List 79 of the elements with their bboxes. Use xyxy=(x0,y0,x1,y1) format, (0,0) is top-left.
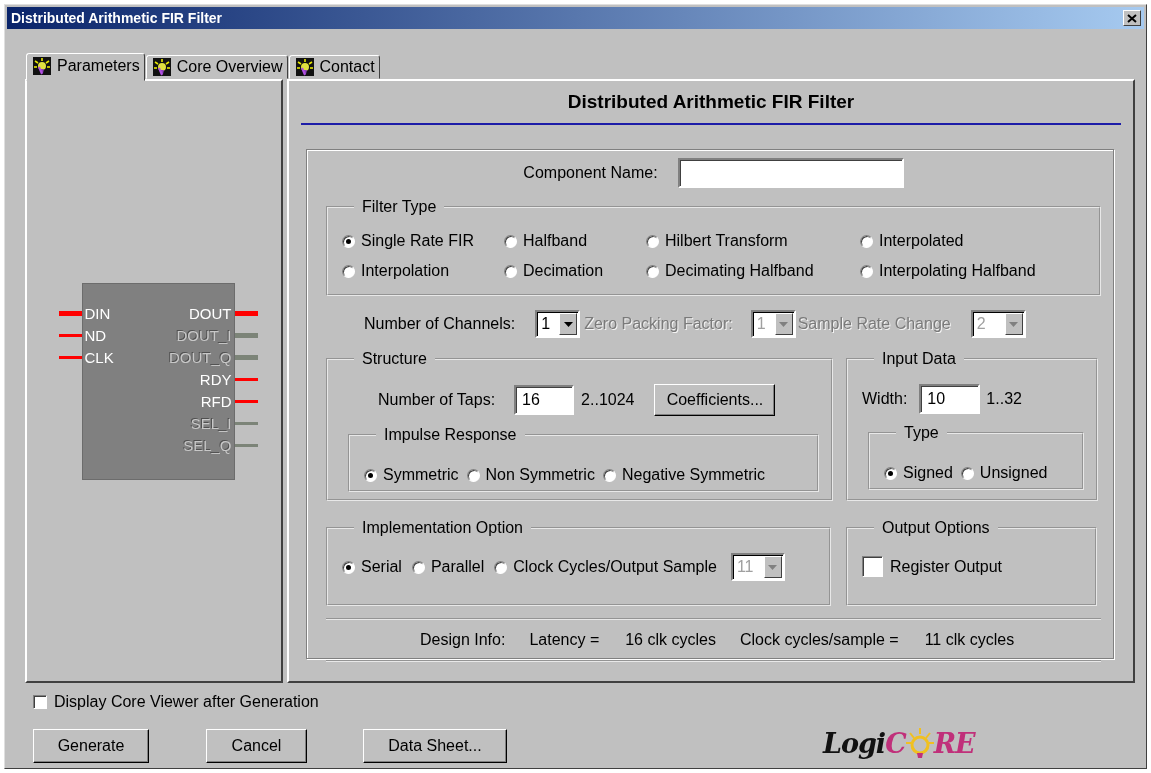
radio-button[interactable] xyxy=(884,466,897,480)
pin-label: DOUT xyxy=(188,305,233,322)
radio-label: Serial xyxy=(361,558,402,576)
radio-label: Single Rate FIR xyxy=(361,232,474,250)
group-label: Structure xyxy=(362,350,427,367)
logo: LogiC RE xyxy=(823,727,975,759)
radio-label: Interpolated xyxy=(879,232,964,250)
radio-button[interactable] xyxy=(646,264,659,278)
coefficients-button[interactable]: Coefficients... xyxy=(654,384,776,416)
radio-label: Signed xyxy=(903,464,953,482)
tab[interactable]: Parameters xyxy=(26,53,145,81)
info-text: Clock cycles/sample = xyxy=(739,631,899,649)
pin-label: DIN xyxy=(83,305,112,322)
group-label: Impulse Response xyxy=(384,426,517,443)
range-hint: 1..32 xyxy=(986,390,1022,408)
checkbox-label: Register Output xyxy=(890,557,1003,576)
dropdown[interactable]: 1 xyxy=(535,310,581,338)
radio-button[interactable] xyxy=(860,234,873,248)
radio-button[interactable] xyxy=(646,234,659,248)
data-sheet-button[interactable]: Data Sheet... xyxy=(363,729,507,763)
field-label: Width: xyxy=(862,390,908,408)
pin-label: ND xyxy=(83,327,108,344)
field-label: Number of Taps: xyxy=(378,391,496,409)
pin-label: SEL_I xyxy=(189,415,233,432)
group-label: Filter Type xyxy=(362,198,437,215)
radio-button[interactable] xyxy=(960,466,974,480)
field-label: Zero Packing Factor: xyxy=(584,315,733,333)
radio-label: Decimating Halfband xyxy=(665,262,814,280)
pin-label: CLK xyxy=(83,349,115,366)
radio-label: Symmetric xyxy=(383,466,459,484)
generate-button[interactable]: Generate xyxy=(33,729,149,763)
radio-button[interactable] xyxy=(411,560,425,574)
radio-label: Unsigned xyxy=(979,464,1048,482)
group-label: Output Options xyxy=(882,519,990,536)
pin-label: RDY xyxy=(198,371,233,388)
close-icon[interactable] xyxy=(1123,10,1141,26)
info-text: Design Info: xyxy=(420,631,506,649)
radio-label: Hilbert Transform xyxy=(665,232,788,250)
panel-title: Distributed Arithmetic FIR Filter xyxy=(301,91,1121,125)
cancel-button[interactable]: Cancel xyxy=(206,729,307,763)
field-label: Component Name: xyxy=(523,164,658,182)
radio-button[interactable] xyxy=(466,468,480,482)
radio-button[interactable] xyxy=(602,468,616,482)
radio-button[interactable] xyxy=(364,468,377,482)
tab[interactable]: Core Overview xyxy=(145,55,288,79)
radio-label: Parallel xyxy=(430,558,485,576)
info-text: 16 clk cycles xyxy=(625,631,716,649)
radio-label: Interpolating Halfband xyxy=(879,262,1036,280)
pin-label: DOUT_Q xyxy=(168,349,233,366)
radio-button[interactable] xyxy=(504,234,517,248)
checkbox[interactable] xyxy=(862,556,883,577)
input-field[interactable]: 10 xyxy=(919,384,981,414)
input-field[interactable] xyxy=(677,158,904,188)
radio-button[interactable] xyxy=(504,264,517,278)
tab[interactable]: Contact xyxy=(288,55,380,79)
radio-label: Decimation xyxy=(523,262,604,280)
input-field[interactable]: 16 xyxy=(514,385,575,415)
lightbulb-icon xyxy=(295,58,314,76)
info-text: Latency = xyxy=(529,631,600,649)
group-label: Implementation Option xyxy=(362,519,523,536)
pin-label: SEL_Q xyxy=(182,437,233,454)
group-label: Type xyxy=(904,424,939,441)
window-title: Distributed Arithmetic FIR Filter xyxy=(11,10,223,26)
radio-label: Halfband xyxy=(523,232,588,250)
checkbox[interactable] xyxy=(33,695,47,709)
pin-label: RFD xyxy=(199,393,233,410)
range-hint: 2..1024 xyxy=(581,391,635,409)
checkbox-label: Display Core Viewer after Generation xyxy=(54,693,319,711)
field-label: Sample Rate Change xyxy=(797,315,951,333)
radio-label: Interpolation xyxy=(361,262,450,280)
radio-label: Clock Cycles/Output Sample xyxy=(513,558,717,576)
lightbulb-icon xyxy=(152,58,171,76)
info-text: 11 clk cycles xyxy=(924,631,1015,649)
field-label: Number of Channels: xyxy=(364,315,516,333)
lightbulb-icon xyxy=(33,56,51,75)
pin-label: DOUT_I xyxy=(175,327,233,344)
group-label: Input Data xyxy=(882,350,956,367)
radio-label: Negative Symmetric xyxy=(621,466,766,484)
radio-label: Non Symmetric xyxy=(485,466,595,484)
